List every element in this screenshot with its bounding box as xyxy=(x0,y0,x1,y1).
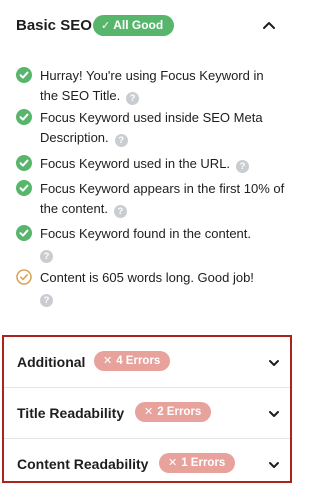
check-circle-outline-icon xyxy=(16,269,32,285)
group-title: Additional xyxy=(17,354,86,370)
help-icon[interactable]: ? xyxy=(40,249,53,263)
seo-analysis-panel: Basic SEO ✓ All Good Hurray! You're using… xyxy=(0,0,298,489)
check-text: Focus Keyword used in the URL. xyxy=(40,156,231,171)
group-title: Title Readability xyxy=(17,405,125,421)
group-title: Content Readability xyxy=(17,456,149,472)
basic-seo-title: Basic SEO xyxy=(16,17,92,34)
check-text: Content is 605 words long. Good job! xyxy=(40,270,254,285)
check-text: Focus Keyword used inside SEO Meta Descr… xyxy=(40,110,263,145)
help-icon[interactable]: ? xyxy=(236,160,250,173)
check-circle-icon xyxy=(16,225,32,241)
check-text: Focus Keyword appears in the first 10% o… xyxy=(40,181,285,216)
help-icon[interactable]: ? xyxy=(126,91,140,105)
check-icon: ✓ xyxy=(101,20,111,32)
chevron-up-icon[interactable] xyxy=(262,20,276,30)
x-icon: ✕ xyxy=(103,355,113,367)
group-content-readability[interactable]: Content Readability ✕ 1 Errors xyxy=(4,439,290,490)
group-additional[interactable]: Additional ✕ 4 Errors xyxy=(4,337,290,388)
errors-badge: ✕ 1 Errors xyxy=(159,453,236,473)
check-text: Focus Keyword found in the content. xyxy=(40,226,252,241)
all-good-badge: ✓ All Good xyxy=(93,15,175,36)
help-icon[interactable]: ? xyxy=(114,133,128,147)
check-circle-icon xyxy=(16,155,32,171)
x-icon: ✕ xyxy=(144,406,154,418)
all-good-label: All Good xyxy=(113,18,164,32)
check-circle-icon xyxy=(16,67,32,83)
errors-label: 2 Errors xyxy=(157,406,202,418)
errors-badge: ✕ 2 Errors xyxy=(135,402,212,422)
check-text: Hurray! You're using Focus Keyword in th… xyxy=(40,68,264,103)
basic-seo-header[interactable]: Basic SEO ✓ All Good xyxy=(0,0,298,52)
chevron-down-icon[interactable] xyxy=(268,410,280,418)
check-circle-icon xyxy=(16,180,32,196)
check-circle-icon xyxy=(16,109,32,125)
chevron-down-icon[interactable] xyxy=(268,359,280,367)
collapsed-groups-highlight: Additional ✕ 4 Errors Title Readability ✕… xyxy=(2,335,292,483)
errors-badge: ✕ 4 Errors xyxy=(94,351,171,371)
x-icon: ✕ xyxy=(168,457,178,469)
errors-label: 1 Errors xyxy=(181,457,226,469)
chevron-down-icon[interactable] xyxy=(268,461,280,469)
help-icon[interactable]: ? xyxy=(113,204,127,218)
help-icon[interactable]: ? xyxy=(40,293,53,307)
errors-label: 4 Errors xyxy=(116,355,161,367)
group-title-readability[interactable]: Title Readability ✕ 2 Errors xyxy=(4,388,290,439)
